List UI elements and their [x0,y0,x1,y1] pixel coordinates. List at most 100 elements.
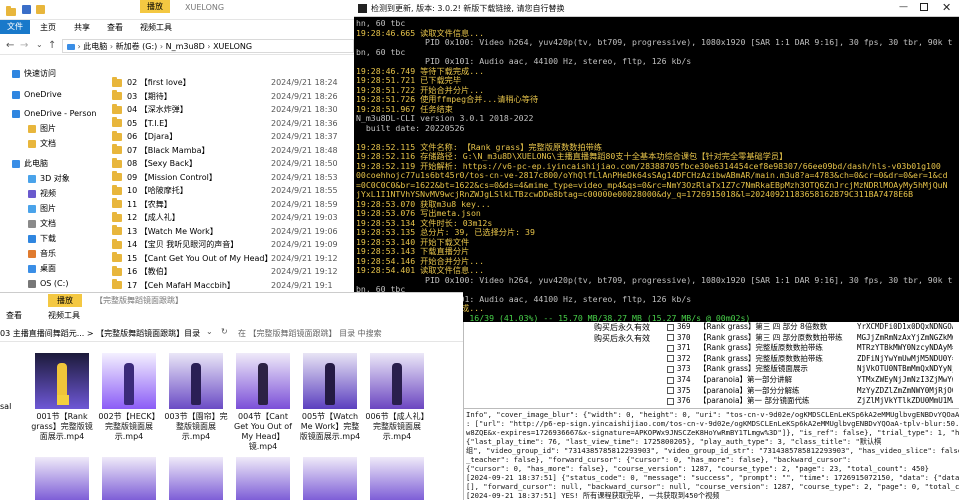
nav-item[interactable]: OneDrive - Person [12,108,96,120]
terminal-title-bar: 检测到更新, 版本: 3.0.2! 新版下载链接, 请您自行替换 — ✕ [354,0,959,17]
video-thumbnail[interactable] [236,457,290,500]
undo-icon[interactable] [36,5,45,14]
row-checkbox[interactable] [667,344,674,352]
file-row[interactable]: 09 【Mission Control】 2024/9/21 18:53 [112,171,354,184]
table-row[interactable]: 374 【paranoia】第一部分讲解 YTMxZWEyNjJmNzI3ZjMwY… [667,375,959,385]
breadcrumb-item[interactable]: 新加卷 (G:) [116,42,158,51]
file-row[interactable]: 10 【哈陂摩托】 2024/9/21 18:55 [112,184,354,197]
nav-item[interactable]: 3D 对象 [28,173,70,185]
video-thumbnail[interactable] [303,353,357,409]
file-row[interactable]: 13 【Watch Me Work】 2024/9/21 19:06 [112,225,354,238]
video-thumbnail[interactable] [370,457,424,500]
ribbon-play-tab[interactable]: 播放 [48,294,82,307]
file-date: 2024/9/21 19:09 [271,240,338,249]
file-date: 2024/9/21 18:26 [271,91,338,101]
row-checkbox[interactable] [667,355,674,363]
nav-item[interactable]: 此电脑 [12,158,48,170]
close-icon[interactable]: ✕ [942,1,951,14]
video-thumbnail[interactable] [303,457,357,500]
chevron-down-icon[interactable]: ⌄ [206,327,213,336]
file-name: 06 【Djara】 [127,132,178,141]
table-row[interactable]: 372 【Rank grass】完整版原数数拍带练 ZDFiNjYwYmUwMjM5… [667,354,959,364]
row-checkbox[interactable] [667,365,674,373]
table-row[interactable]: 371 【Rank grass】完整版原数数拍带练 MTRzYTBkMWY0Nzcy… [667,343,959,353]
table-row[interactable]: 376 【paranoia】第一 部分镜面代练 ZjZlMjVkYTlkZDU0Mm… [667,396,959,406]
file-row[interactable]: 16 【教伯】 2024/9/21 19:12 [112,265,354,278]
file-row[interactable]: 07 【Black Mamba】 2024/9/21 18:48 [112,144,354,157]
nav-item[interactable]: 桌面 [28,263,56,275]
file-row[interactable]: 02 【first love】 2024/9/21 18:24 [112,76,354,89]
refresh-icon[interactable]: ↻ [221,327,228,336]
table-row[interactable]: 370 【Rank grass】第三 四 部分原数数拍带练 MGJjZmRmNzAx… [667,333,959,343]
row-checkbox[interactable] [667,376,674,384]
breadcrumb-item[interactable]: 此电脑 [83,42,107,51]
video-thumbnail[interactable] [236,353,290,409]
video-thumbnail[interactable] [35,457,89,500]
file-row[interactable]: 11 【农舞】 2024/9/21 18:59 [112,198,354,211]
file-row[interactable]: 08 【Sexy Back】 2024/9/21 18:50 [112,157,354,170]
nav-item[interactable]: 文档 [28,218,56,230]
video-thumbnail[interactable] [102,457,156,500]
nav-item-label: 文档 [40,139,56,148]
video-thumbnail[interactable] [169,457,223,500]
tab-share[interactable]: 共享 [74,22,90,33]
breadcrumb[interactable]: › 此电脑 › 新加卷 (G:) › N_m3u8D › XUELONG [62,39,354,53]
tab-video-tools[interactable]: 视频工具 [140,22,172,33]
picture-icon [28,204,36,213]
video-thumbnail[interactable] [169,353,223,409]
nav-item[interactable]: OneDrive [12,89,62,101]
file-row[interactable]: 14 【宝贝 我听见眼河的声音】 2024/9/21 19:09 [112,238,354,251]
nav-item[interactable]: OS (C:) [28,278,68,290]
video-thumbnail[interactable] [35,353,89,409]
file-row[interactable]: 17 【Ceh MafaH Maccbih】 2024/9/21 19:1 [112,279,354,292]
row-id: 374 [677,375,691,384]
breadcrumb-item[interactable]: XUELONG [213,42,252,51]
video-thumbnail[interactable] [370,353,424,409]
pc-icon [67,43,75,50]
tab-home[interactable]: 主页 [40,22,56,33]
nav-item[interactable]: 图片 [28,123,56,135]
video-thumbnail[interactable] [102,353,156,409]
tab-view[interactable]: 查看 [6,310,22,321]
file-row[interactable]: 06 【Djara】 2024/9/21 18:37 [112,130,354,143]
tab-file[interactable]: 文件 [0,20,30,34]
file-row[interactable]: 03 【期待】 2024/9/21 18:26 [112,90,354,103]
row-code: MGJjZmRmNzAxYjZmNGZkMw= [857,332,953,342]
search-input[interactable]: 在 【完整版舞蹈镜面跟跳】 目录 中搜索 [238,328,382,339]
up-icon[interactable]: ↑ [48,40,56,51]
nav-item[interactable]: 图片 [28,203,56,215]
maximize-icon[interactable] [920,3,928,11]
file-row[interactable]: 15 【Cant Get You Out of My Head】2024/9/2… [112,252,354,265]
file-name: 02 【first love】 [127,78,191,87]
tab-video-tools[interactable]: 视频工具 [48,310,80,321]
forward-icon[interactable]: → [20,40,28,51]
back-icon[interactable]: ← [6,40,14,51]
folder-icon [28,139,36,148]
breadcrumb[interactable]: 03 主播直播间舞蹈元... > 【完整版舞蹈镜面跟跳】目录 [0,328,200,339]
nav-item[interactable]: 音乐 [28,248,56,260]
ribbon-play-tab[interactable]: 播放 [140,0,170,13]
row-id: 370 [677,332,691,342]
folder-icon [112,90,122,100]
file-row[interactable]: 04 【深水炸弹】 2024/9/21 18:30 [112,103,354,116]
nav-item[interactable]: 视频 [28,188,56,200]
table-row[interactable]: 373 【Rank grass】完整版镜面展示 NjVkOTU0NTBmMmQxND… [667,364,959,374]
file-row[interactable]: 05 【T.I.E】 2024/9/21 18:36 [112,117,354,130]
recent-icon[interactable]: ⌄ [36,40,43,49]
table-row[interactable]: 369 【Rank grass】第三 四 部分 8倍数数 YrXCMDFi0D1x0… [667,322,959,332]
breadcrumb-item[interactable]: N_m3u8D [166,42,205,51]
file-row[interactable]: 12 【成人礼】 2024/9/21 19:03 [112,211,354,224]
nav-item[interactable]: 下载 [28,233,56,245]
explorer-window: 播放 XUELONG 文件 主页 共享 查看 视频工具 ← → ⌄ ↑ › 此电… [0,0,354,292]
row-checkbox[interactable] [667,323,674,331]
folder-icon [112,184,122,195]
table-row[interactable]: 375 【paranoia】第一部分分解练 MzYyZDZlZmZmNWY0MjRj… [667,386,959,396]
nav-item[interactable]: 快速访问 [12,68,56,80]
row-checkbox[interactable] [667,387,674,395]
row-checkbox[interactable] [667,334,674,342]
minimize-icon[interactable]: — [899,2,908,12]
tab-view[interactable]: 查看 [107,22,123,33]
nav-item[interactable]: 文档 [28,138,56,150]
save-icon[interactable] [22,5,31,14]
row-checkbox[interactable] [667,397,674,405]
